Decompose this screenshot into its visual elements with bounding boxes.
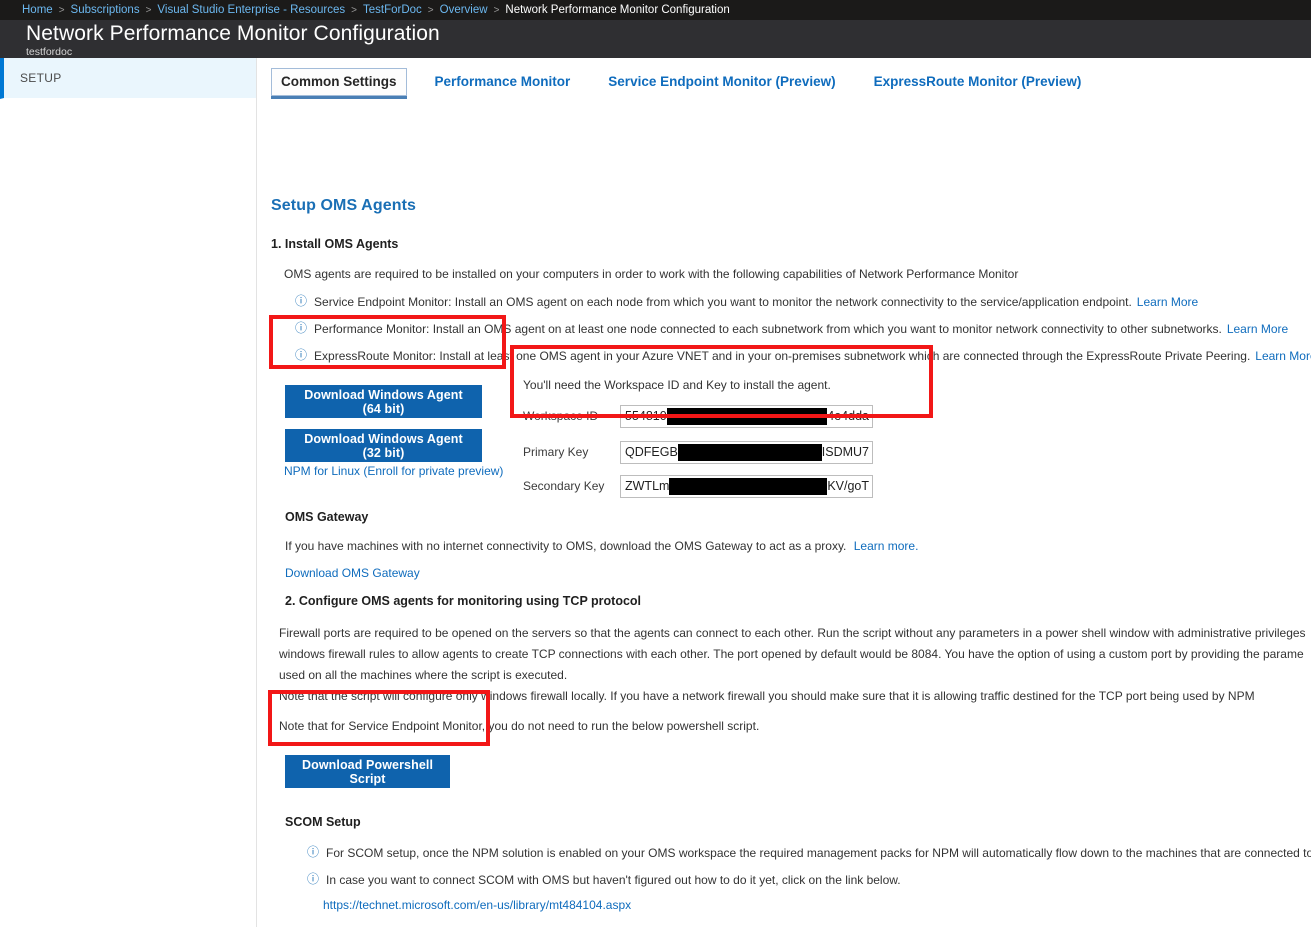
redaction-bar: [678, 444, 822, 461]
primary-key-label: Primary Key: [523, 445, 620, 459]
oms-gateway-title: OMS Gateway: [285, 510, 368, 524]
download-windows-agent-64-button[interactable]: Download Windows Agent (64 bit): [285, 385, 482, 418]
learn-more-link[interactable]: Learn More: [1227, 321, 1288, 337]
step2-paragraph-line: Firewall ports are required to be opened…: [279, 623, 1306, 644]
sidebar: SETUP: [0, 58, 257, 927]
download-oms-gateway-link[interactable]: Download OMS Gateway: [285, 566, 420, 580]
info-icon: ⓘ: [307, 845, 319, 860]
breadcrumb-separator: >: [494, 5, 500, 16]
breadcrumb-separator: >: [351, 5, 357, 16]
breadcrumb-separator: >: [428, 5, 434, 16]
capability-row-service-endpoint: ⓘ Service Endpoint Monitor: Install an O…: [295, 294, 1198, 310]
tab-strip: Common Settings Performance Monitor Serv…: [257, 58, 1311, 100]
title-bar: Network Performance Monitor Configuratio…: [0, 20, 1311, 58]
scom-technet-link[interactable]: https://technet.microsoft.com/en-us/libr…: [323, 898, 631, 912]
step2-paragraph-line: windows firewall rules to allow agents t…: [279, 644, 1306, 665]
capability-text: ExpressRoute Monitor: Install at least o…: [314, 348, 1250, 364]
step1-intro-text: OMS agents are required to be installed …: [284, 266, 1018, 283]
secondary-key-prefix: ZWTLm: [621, 479, 669, 493]
page-subtitle: testfordoc: [26, 46, 1311, 58]
breadcrumb-item-testfordoc[interactable]: TestForDoc: [363, 4, 422, 16]
step2-paragraph: Firewall ports are required to be opened…: [279, 623, 1306, 686]
main-panel: Common Settings Performance Monitor Serv…: [257, 58, 1311, 927]
learn-more-link[interactable]: Learn More: [1255, 348, 1311, 364]
secondary-key-row: Secondary Key ZWTLm KV/goT: [523, 473, 873, 499]
download-windows-agent-32-button[interactable]: Download Windows Agent (32 bit): [285, 429, 482, 462]
oms-gateway-text: If you have machines with no internet co…: [285, 539, 846, 553]
info-icon: ⓘ: [295, 321, 307, 336]
sidebar-item-setup[interactable]: SETUP: [0, 58, 256, 99]
tab-label: Common Settings: [281, 74, 397, 89]
sidebar-item-label: SETUP: [20, 71, 62, 85]
scom-item-text: For SCOM setup, once the NPM solution is…: [326, 845, 1311, 861]
breadcrumb-item-home[interactable]: Home: [22, 4, 53, 16]
page-title: Network Performance Monitor Configuratio…: [26, 20, 1311, 47]
learn-more-link[interactable]: Learn More: [1137, 294, 1198, 310]
info-icon: ⓘ: [307, 872, 319, 887]
tab-label: ExpressRoute Monitor (Preview): [874, 74, 1082, 89]
breadcrumb: Home > Subscriptions > Visual Studio Ent…: [0, 0, 1311, 20]
redaction-bar: [669, 478, 827, 495]
breadcrumb-separator: >: [146, 5, 152, 16]
content-area: Setup OMS Agents 1. Install OMS Agents O…: [257, 100, 1311, 927]
note-firewall: Note that the script will configure only…: [279, 688, 1255, 705]
scom-item-text: In case you want to connect SCOM with OM…: [326, 872, 901, 888]
scom-item-connect-link: ⓘ In case you want to connect SCOM with …: [307, 872, 901, 888]
step1-title: 1. Install OMS Agents: [271, 237, 398, 251]
capability-text: Service Endpoint Monitor: Install an OMS…: [314, 294, 1132, 310]
section-title-setup-oms-agents: Setup OMS Agents: [271, 197, 416, 215]
secondary-key-suffix: KV/goT: [827, 479, 872, 493]
breadcrumb-item-overview[interactable]: Overview: [440, 4, 488, 16]
tab-label: Service Endpoint Monitor (Preview): [608, 74, 835, 89]
primary-key-row: Primary Key QDFEGB ISDMU7: [523, 439, 873, 465]
note-service-endpoint: Note that for Service Endpoint Monitor, …: [279, 718, 759, 735]
workspace-id-suffix: 4e4dda: [827, 409, 872, 423]
redaction-bar: [667, 408, 828, 425]
scom-item-management-packs: ⓘ For SCOM setup, once the NPM solution …: [307, 845, 1311, 861]
scom-setup-title: SCOM Setup: [285, 815, 361, 829]
oms-gateway-text-row: If you have machines with no internet co…: [285, 538, 918, 555]
primary-key-prefix: QDFEGB: [621, 445, 678, 459]
step2-paragraph-line: used on all the machines where the scrip…: [279, 665, 1306, 686]
body-container: SETUP Common Settings Performance Monito…: [0, 58, 1311, 927]
tab-expressroute-monitor[interactable]: ExpressRoute Monitor (Preview): [864, 68, 1092, 96]
tab-label: Performance Monitor: [435, 74, 571, 89]
primary-key-field[interactable]: QDFEGB ISDMU7: [620, 441, 873, 464]
workspace-id-row: Workspace ID 554810 4e4dda: [523, 403, 873, 429]
tab-common-settings[interactable]: Common Settings: [271, 68, 407, 96]
info-icon: ⓘ: [295, 348, 307, 363]
breadcrumb-item-resources[interactable]: Visual Studio Enterprise - Resources: [157, 4, 345, 16]
primary-key-suffix: ISDMU7: [822, 445, 872, 459]
secondary-key-label: Secondary Key: [523, 479, 620, 493]
breadcrumb-separator: >: [59, 5, 65, 16]
npm-for-linux-link[interactable]: NPM for Linux (Enroll for private previe…: [284, 464, 503, 478]
gateway-learn-more-link[interactable]: Learn more.: [854, 539, 919, 553]
workspace-id-field[interactable]: 554810 4e4dda: [620, 405, 873, 428]
capability-text: Performance Monitor: Install an OMS agen…: [314, 321, 1222, 337]
workspace-id-prefix: 554810: [621, 409, 667, 423]
secondary-key-field[interactable]: ZWTLm KV/goT: [620, 475, 873, 498]
workspace-hint-text: You'll need the Workspace ID and Key to …: [523, 377, 831, 394]
capability-row-performance-monitor: ⓘ Performance Monitor: Install an OMS ag…: [295, 321, 1288, 337]
tab-performance-monitor[interactable]: Performance Monitor: [425, 68, 581, 96]
info-icon: ⓘ: [295, 294, 307, 309]
capability-row-expressroute-monitor: ⓘ ExpressRoute Monitor: Install at least…: [295, 348, 1311, 364]
breadcrumb-item-current: Network Performance Monitor Configuratio…: [505, 4, 729, 16]
step2-title: 2. Configure OMS agents for monitoring u…: [285, 594, 641, 608]
workspace-id-label: Workspace ID: [523, 409, 620, 423]
tab-service-endpoint-monitor[interactable]: Service Endpoint Monitor (Preview): [598, 68, 845, 96]
download-powershell-script-button[interactable]: Download Powershell Script: [285, 755, 450, 788]
breadcrumb-item-subscriptions[interactable]: Subscriptions: [71, 4, 140, 16]
